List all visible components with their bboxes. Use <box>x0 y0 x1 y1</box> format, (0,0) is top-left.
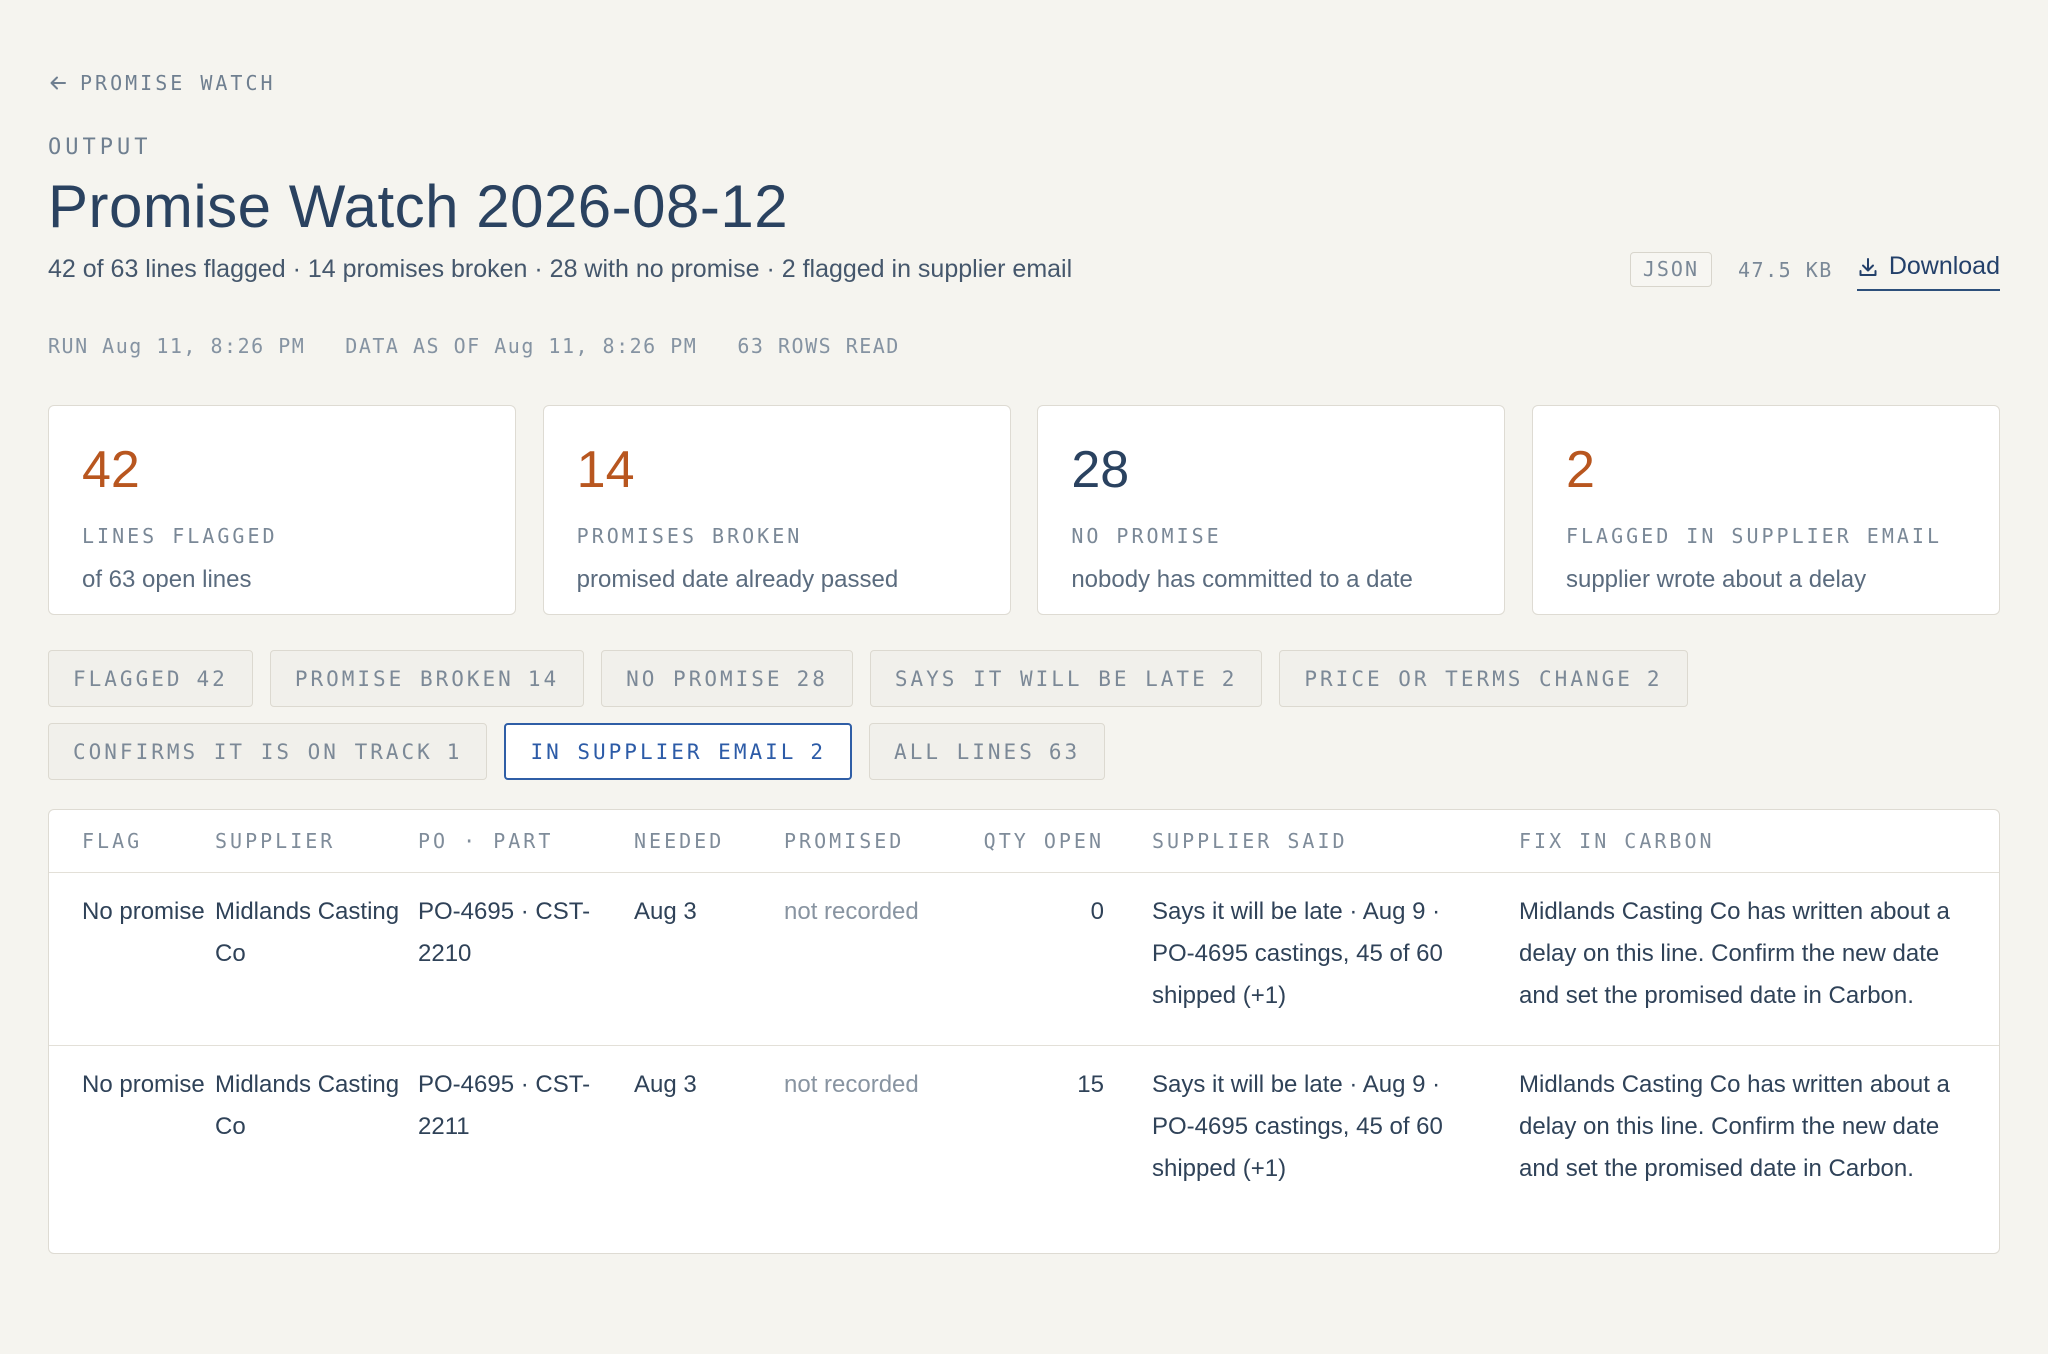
cell-supplier-said: Says it will be late · Aug 9 · PO-4695 c… <box>1152 898 1443 1009</box>
chip-count: 1 <box>446 739 463 764</box>
filter-chip-price-terms[interactable]: PRICE OR TERMS CHANGE 2 <box>1279 650 1688 707</box>
cell-supplier: Midlands Casting Co <box>215 1045 418 1253</box>
cell-qty-open: 15 <box>968 1045 1104 1253</box>
summary-text: 42 of 63 lines flagged · 14 promises bro… <box>48 255 1073 283</box>
stat-subtext: nobody has committed to a date <box>1071 566 1413 593</box>
cell-promised: not recorded <box>784 1045 968 1253</box>
chip-label: CONFIRMS IT IS ON TRACK <box>73 739 433 764</box>
download-icon <box>1857 256 1879 278</box>
chip-label: ALL LINES <box>894 739 1035 764</box>
stat-label: LINES FLAGGED <box>82 524 278 548</box>
chip-label: IN SUPPLIER EMAIL <box>530 739 797 764</box>
cell-needed: Aug 3 <box>634 898 697 925</box>
column-header-fix: FIX IN CARBON <box>1519 810 1999 873</box>
lines-table: FLAG SUPPLIER PO · PART NEEDED PROMISED … <box>49 810 1999 1253</box>
stat-value: 42 <box>82 441 140 499</box>
chip-count: 2 <box>810 739 827 764</box>
column-spacer <box>1104 810 1152 873</box>
stat-subtext: promised date already passed <box>576 566 899 593</box>
chip-label: PRICE OR TERMS CHANGE <box>1304 666 1633 691</box>
run-meta: RUN Aug 11, 8:26 PM DATA AS OF Aug 11, 8… <box>48 334 900 358</box>
column-header-needed: NEEDED <box>634 810 784 873</box>
stat-label: NO PROMISE <box>1071 524 1222 548</box>
chip-count: 28 <box>796 666 828 691</box>
filter-chips: FLAGGED 42 PROMISE BROKEN 14 NO PROMISE … <box>48 650 1748 780</box>
filter-chip-flagged[interactable]: FLAGGED 42 <box>48 650 253 707</box>
column-header-po-part: PO · PART <box>418 810 634 873</box>
column-header-promised: PROMISED <box>784 810 968 873</box>
cell-po-part: PO-4695 · CST-2211 <box>418 1045 634 1253</box>
stat-value: 28 <box>1071 441 1130 499</box>
chip-label: SAYS IT WILL BE LATE <box>894 666 1208 691</box>
filter-chip-on-track[interactable]: CONFIRMS IT IS ON TRACK 1 <box>48 723 488 780</box>
page-title: Promise Watch 2026-08-12 <box>48 173 789 240</box>
stat-label: FLAGGED IN SUPPLIER EMAIL <box>1565 524 1942 548</box>
stat-subtext: of 63 open lines <box>82 566 252 593</box>
cell-flag: No promise <box>82 898 205 925</box>
table-header-row: FLAG SUPPLIER PO · PART NEEDED PROMISED … <box>49 810 1999 873</box>
column-header-flag: FLAG <box>49 810 215 873</box>
table-row[interactable]: No promise Midlands Casting Co PO-4695 ·… <box>49 1045 1999 1253</box>
chip-count: 2 <box>1221 666 1238 691</box>
filter-chip-promise-broken[interactable]: PROMISE BROKEN 14 <box>269 650 585 707</box>
arrow-left-icon <box>48 73 68 93</box>
section-eyebrow: OUTPUT <box>48 135 152 160</box>
chip-label: PROMISE BROKEN <box>294 666 514 691</box>
filter-chip-says-late[interactable]: SAYS IT WILL BE LATE 2 <box>869 650 1263 707</box>
stat-value: 14 <box>576 441 635 499</box>
column-header-qty-open: QTY OPEN <box>968 810 1104 873</box>
stat-card-lines-flagged: 42 LINES FLAGGED of 63 open lines <box>48 405 516 615</box>
stat-value: 2 <box>1565 441 1595 499</box>
cell-needed: Aug 3 <box>634 1045 784 1253</box>
stat-card-promises-broken: 14 PROMISES BROKEN promised date already… <box>542 405 1011 615</box>
results-table: FLAG SUPPLIER PO · PART NEEDED PROMISED … <box>48 809 2000 1254</box>
stat-card-no-promise: 28 NO PROMISE nobody has committed to a … <box>1037 405 1506 615</box>
chip-label: NO PROMISE <box>626 666 783 691</box>
filter-chip-all-lines[interactable]: ALL LINES 63 <box>869 723 1106 780</box>
stat-subtext: supplier wrote about a delay <box>1565 566 1867 593</box>
rows-read: 63 ROWS READ <box>737 334 900 358</box>
back-link-label[interactable]: PROMISE WATCH <box>80 71 276 95</box>
stat-cards: 42 LINES FLAGGED of 63 open lines 14 PRO… <box>48 405 2000 615</box>
cell-supplier: Midlands Casting Co <box>215 898 400 967</box>
chip-count: 63 <box>1048 739 1081 764</box>
table-row[interactable]: No promise Midlands Casting Co PO-4695 ·… <box>49 873 1999 1046</box>
chip-label: FLAGGED <box>73 666 183 691</box>
stat-label: PROMISES BROKEN <box>576 524 803 548</box>
chip-count: 14 <box>527 666 560 691</box>
file-format-badge: JSON <box>1629 252 1713 287</box>
column-header-supplier: SUPPLIER <box>215 810 418 873</box>
cell-flag: No promise <box>49 1045 215 1253</box>
cell-promised: not recorded <box>784 898 919 925</box>
cell-po-part: PO-4695 · CST-2210 <box>418 898 591 967</box>
download-label[interactable]: Download <box>1889 252 2000 281</box>
back-link[interactable]: PROMISE WATCH <box>48 71 276 95</box>
cell-fix: Midlands Casting Co has written about a … <box>1519 898 1950 1009</box>
data-as-of: DATA AS OF Aug 11, 8:26 PM <box>345 334 698 358</box>
stat-card-supplier-email: 2 FLAGGED IN SUPPLIER EMAIL supplier wro… <box>1531 405 2000 615</box>
chip-count: 2 <box>1646 666 1663 691</box>
cell-spacer <box>1104 873 1152 1046</box>
filter-chip-no-promise[interactable]: NO PROMISE 28 <box>601 650 853 707</box>
column-header-supplier-said: SUPPLIER SAID <box>1152 810 1519 873</box>
cell-supplier-said: Says it will be late · Aug 9 · PO-4695 c… <box>1152 1045 1519 1253</box>
download-button[interactable]: Download <box>1856 252 2000 291</box>
file-size: 47.5 KB <box>1738 257 1833 282</box>
cell-spacer <box>1104 1045 1152 1253</box>
run-time: RUN Aug 11, 8:26 PM <box>48 334 306 358</box>
file-meta: JSON 47.5 KB Download <box>1629 250 2000 291</box>
cell-qty-open: 0 <box>1090 898 1104 925</box>
filter-chip-supplier-email[interactable]: IN SUPPLIER EMAIL 2 <box>504 723 853 780</box>
cell-fix: Midlands Casting Co has written about a … <box>1519 1045 1999 1253</box>
chip-count: 42 <box>196 666 228 691</box>
